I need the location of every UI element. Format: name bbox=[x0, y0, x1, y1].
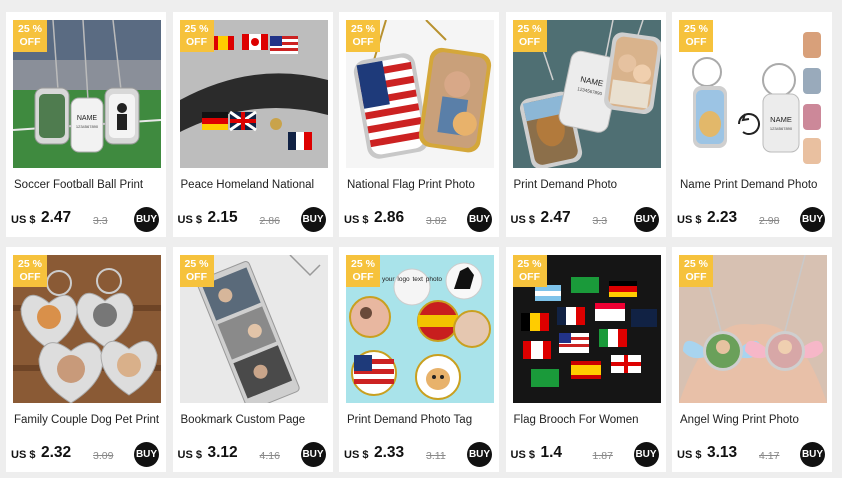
sale-price: 2.86 bbox=[374, 209, 405, 226]
product-title[interactable]: National Flag Print Photo bbox=[347, 179, 493, 191]
price-row: US $ 2.86 3.82 BUY bbox=[344, 207, 494, 232]
price-row: US $ 3.13 4.17 BUY bbox=[677, 442, 827, 467]
currency-label: US $ bbox=[177, 214, 202, 226]
original-price: 3.3 bbox=[592, 215, 608, 227]
tag-name-text: NAME bbox=[770, 115, 792, 124]
original-price: 1.87 bbox=[592, 450, 613, 462]
buy-button[interactable]: BUY bbox=[134, 442, 159, 467]
tag-number-text: 1234567890 bbox=[76, 124, 99, 129]
buy-button[interactable]: BUY bbox=[134, 207, 159, 232]
price-row: US $ 1.4 1.87 BUY bbox=[510, 442, 661, 467]
original-price: 2.98 bbox=[759, 215, 780, 227]
original-price: 3.11 bbox=[426, 450, 446, 462]
currency-label: US $ bbox=[344, 214, 369, 226]
product-title[interactable]: Bookmark Custom Page bbox=[181, 414, 327, 426]
currency-label: US $ bbox=[510, 449, 535, 461]
product-card[interactable]: NAME 1234567890 25 % OFF Soccer Football … bbox=[6, 12, 166, 237]
product-card[interactable]: 25 % OFF National Flag Print Photo US $ 2… bbox=[339, 12, 499, 237]
discount-badge: 25 % OFF bbox=[13, 20, 47, 52]
currency-label: US $ bbox=[677, 214, 702, 226]
product-image-photo-bookmark[interactable]: 25 % OFF bbox=[179, 255, 328, 403]
original-price: 2.86 bbox=[259, 215, 280, 227]
buy-button[interactable]: BUY bbox=[633, 442, 659, 467]
discount-badge: 25 % OFF bbox=[512, 255, 547, 287]
discount-badge: 25 % OFF bbox=[346, 255, 380, 287]
original-price: 3.3 bbox=[93, 215, 108, 227]
product-image-heart-keychains[interactable]: 25 % OFF bbox=[13, 255, 161, 403]
discount-badge: 25 % OFF bbox=[512, 20, 547, 52]
sale-price: 2.32 bbox=[41, 444, 72, 461]
sale-price: 2.47 bbox=[540, 209, 571, 226]
buy-button[interactable]: BUY bbox=[467, 442, 492, 467]
buy-button[interactable]: BUY bbox=[800, 207, 825, 232]
price-row: US $ 2.23 2.98 BUY bbox=[677, 207, 827, 232]
price-row: US $ 3.12 4.16 BUY bbox=[177, 442, 328, 467]
product-image-flag-photo-tags[interactable]: 25 % OFF bbox=[346, 20, 494, 168]
currency-label: US $ bbox=[177, 449, 202, 461]
sale-price: 2.15 bbox=[207, 209, 238, 226]
discount-badge: 25 % OFF bbox=[346, 20, 380, 52]
price-row: US $ 2.33 3.11 BUY bbox=[344, 442, 494, 467]
discount-badge: 25 % OFF bbox=[13, 255, 47, 287]
buy-button[interactable]: BUY bbox=[300, 442, 326, 467]
product-title[interactable]: Print Demand Photo bbox=[514, 179, 660, 191]
tag-number-text: 1234567890 bbox=[770, 126, 793, 131]
product-title[interactable]: Name Print Demand Photo bbox=[680, 179, 826, 191]
tag-name-text: NAME bbox=[77, 115, 98, 122]
product-card[interactable]: 25 % OFF Family Couple Dog Pet Print US $… bbox=[6, 247, 166, 472]
price-row: US $ 2.15 2.86 BUY bbox=[177, 207, 328, 232]
currency-label: US $ bbox=[11, 449, 36, 461]
original-price: 4.16 bbox=[259, 450, 280, 462]
discount-badge: 25 % OFF bbox=[179, 255, 214, 287]
product-image-name-keychain[interactable]: NAME 1234567890 25 % OFF bbox=[679, 20, 827, 168]
product-title[interactable]: Soccer Football Ball Print bbox=[14, 179, 160, 191]
currency-label: US $ bbox=[510, 214, 535, 226]
buy-button[interactable]: BUY bbox=[300, 207, 326, 232]
discount-badge: 25 % OFF bbox=[679, 255, 713, 287]
buy-button[interactable]: BUY bbox=[800, 442, 825, 467]
product-title[interactable]: Peace Homeland National bbox=[181, 179, 327, 191]
logo-sticker-text: your logo text photo bbox=[382, 276, 442, 283]
sale-price: 3.12 bbox=[207, 444, 238, 461]
sale-price: 2.33 bbox=[374, 444, 405, 461]
discount-badge: 25 % OFF bbox=[179, 20, 214, 52]
price-row: US $ 2.32 3.09 BUY bbox=[11, 442, 161, 467]
product-image-photo-pins[interactable]: your logo text photo 25 % OFF bbox=[346, 255, 494, 403]
product-card[interactable]: 25 % OFF Bookmark Custom Page US $ 3.12 4… bbox=[172, 247, 333, 472]
product-card[interactable]: your logo text photo 25 % OFF Print Dema… bbox=[339, 247, 499, 472]
original-price: 4.17 bbox=[759, 450, 780, 462]
product-grid: NAME 1234567890 25 % OFF Soccer Football … bbox=[6, 12, 832, 472]
discount-badge: 25 % OFF bbox=[679, 20, 713, 52]
product-image-flag-pins[interactable]: 25 % OFF bbox=[179, 20, 328, 168]
product-card[interactable]: 25 % OFF Flag Brooch For Women US $ 1.4 1… bbox=[505, 247, 666, 472]
product-title[interactable]: Flag Brooch For Women bbox=[514, 414, 660, 426]
product-image-soccer-dog-tags[interactable]: NAME 1234567890 25 % OFF bbox=[13, 20, 161, 168]
currency-label: US $ bbox=[11, 214, 36, 226]
product-card[interactable]: NAME 1234567890 25 % OFF Name Print Deman… bbox=[672, 12, 832, 237]
sale-price: 1.4 bbox=[540, 444, 563, 461]
product-title[interactable]: Print Demand Photo Tag bbox=[347, 414, 493, 426]
product-title[interactable]: Family Couple Dog Pet Print bbox=[14, 414, 160, 426]
currency-label: US $ bbox=[344, 449, 369, 461]
sale-price: 2.47 bbox=[41, 209, 72, 226]
product-title[interactable]: Angel Wing Print Photo bbox=[680, 414, 826, 426]
product-image-angel-wing-pendants[interactable]: 25 % OFF bbox=[679, 255, 827, 403]
currency-label: US $ bbox=[677, 449, 702, 461]
original-price: 3.82 bbox=[426, 215, 447, 227]
product-image-photo-dog-tags[interactable]: NAME 1234567890 25 % OFF bbox=[512, 20, 661, 168]
product-image-flag-brooches[interactable]: 25 % OFF bbox=[512, 255, 661, 403]
buy-button[interactable]: BUY bbox=[633, 207, 659, 232]
product-card[interactable]: 25 % OFF Peace Homeland National US $ 2.1… bbox=[172, 12, 333, 237]
price-row: US $ 2.47 3.3 BUY bbox=[510, 207, 661, 232]
product-card[interactable]: NAME 1234567890 25 % OFF Print Demand Pho… bbox=[505, 12, 666, 237]
price-row: US $ 2.47 3.3 BUY bbox=[11, 207, 161, 232]
sale-price: 2.23 bbox=[707, 209, 738, 226]
original-price: 3.09 bbox=[93, 450, 114, 462]
product-card[interactable]: 25 % OFF Angel Wing Print Photo US $ 3.13… bbox=[672, 247, 832, 472]
sale-price: 3.13 bbox=[707, 444, 738, 461]
buy-button[interactable]: BUY bbox=[467, 207, 492, 232]
